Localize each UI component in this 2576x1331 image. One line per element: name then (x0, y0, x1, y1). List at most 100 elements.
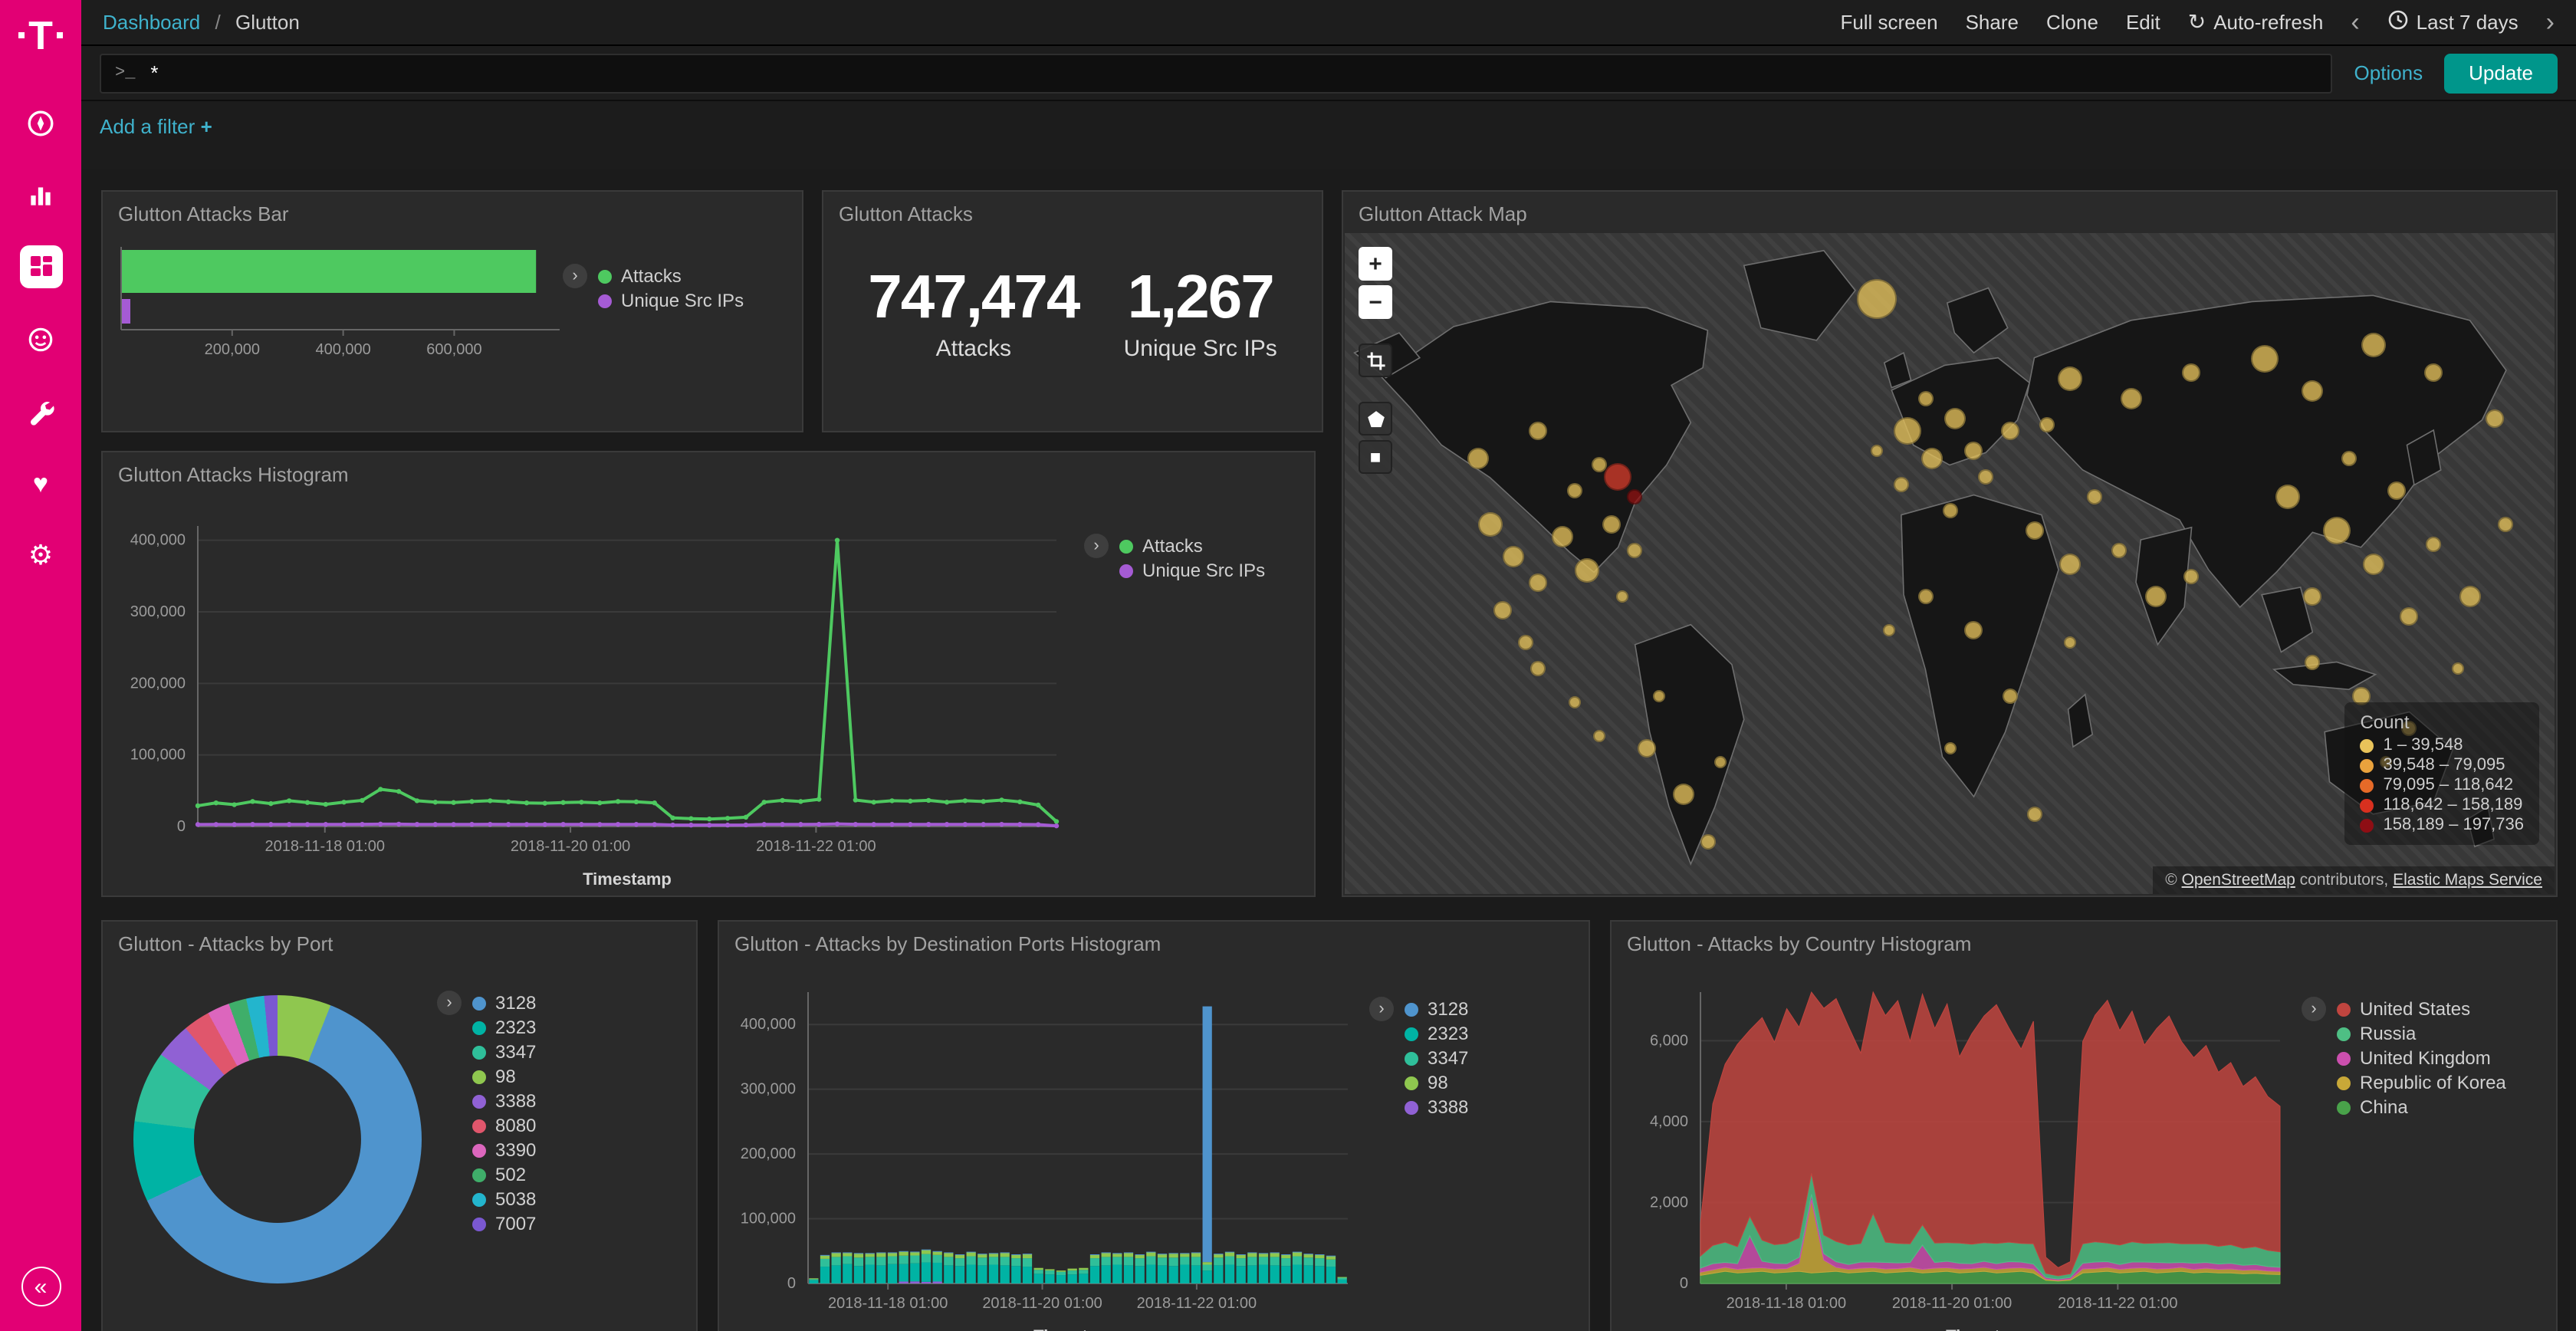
legend-item[interactable]: 3347 (472, 1041, 536, 1063)
map-bubble[interactable] (2341, 450, 2357, 465)
legend-toggle-icon[interactable]: › (2302, 997, 2326, 1021)
legend-item[interactable]: 79,095 – 118,642 (2360, 776, 2524, 794)
polygon-tool-button[interactable] (1359, 402, 1392, 435)
legend-item[interactable]: 39,548 – 79,095 (2360, 756, 2524, 774)
legend-item[interactable]: 1 – 39,548 (2360, 736, 2524, 754)
map-bubble[interactable] (2426, 536, 2441, 551)
map-bubble[interactable] (1552, 527, 1573, 548)
sidebar-item-dashboard[interactable] (19, 245, 62, 288)
map-bubble[interactable] (2400, 607, 2419, 626)
map-bubble[interactable] (1894, 418, 1921, 445)
legend-item[interactable]: 2323 (1405, 1023, 1468, 1044)
map-bubble[interactable] (1529, 422, 1547, 441)
legend-item[interactable]: 2323 (472, 1017, 536, 1038)
map-bubble[interactable] (1567, 483, 1582, 498)
rect-tool-button[interactable]: ■ (1359, 440, 1392, 474)
sidebar-item-monitoring[interactable]: ♥ (19, 462, 62, 504)
map-bubble[interactable] (2459, 586, 2481, 607)
map-bubble[interactable] (1638, 739, 1657, 758)
clone-button[interactable]: Clone (2046, 11, 2098, 34)
legend-item[interactable]: Unique Src IPs (598, 290, 744, 311)
map-bubble[interactable] (2060, 553, 2082, 574)
legend-item[interactable]: China (2337, 1096, 2506, 1118)
port-donut-chart[interactable] (133, 995, 422, 1283)
map-bubble[interactable] (1894, 477, 1909, 492)
time-picker-button[interactable]: Last 7 days (2387, 9, 2518, 35)
auto-refresh-button[interactable]: ↻ Auto-refresh (2188, 9, 2324, 35)
map-bubble[interactable] (2111, 543, 2127, 558)
map-bubble[interactable] (2250, 345, 2278, 373)
panel-title[interactable]: Glutton Attacks Histogram (103, 452, 1314, 497)
map-bubble[interactable] (1978, 470, 1993, 485)
breadcrumb-dashboard-link[interactable]: Dashboard (103, 11, 200, 34)
legend-item[interactable]: 3388 (472, 1090, 536, 1112)
map-bubble[interactable] (2121, 388, 2142, 409)
legend-item[interactable]: Unique Src IPs (1119, 560, 1265, 581)
legend-item[interactable]: 5038 (472, 1188, 536, 1210)
map-bubble[interactable] (2302, 381, 2323, 403)
map-bubble[interactable] (2276, 485, 2301, 510)
panel-title[interactable]: Glutton - Attacks by Country Histogram (1612, 922, 2556, 966)
sidebar-item-visualize[interactable] (19, 173, 62, 216)
legend-toggle-icon[interactable]: › (437, 991, 462, 1015)
map-bubble[interactable] (1617, 590, 1629, 603)
options-link[interactable]: Options (2354, 61, 2423, 84)
map-bubble[interactable] (1503, 546, 1525, 567)
legend-item[interactable]: Republic of Korea (2337, 1072, 2506, 1093)
map-bubble[interactable] (2361, 334, 2385, 358)
map-bubble[interactable] (2087, 490, 2102, 505)
legend-toggle-icon[interactable]: › (563, 264, 587, 288)
map-bubble[interactable] (1965, 442, 1983, 460)
map-bubble[interactable] (2025, 521, 2043, 540)
sidebar-item-dev-tools[interactable] (19, 389, 62, 432)
map-bubble[interactable] (2485, 409, 2503, 427)
legend-item[interactable]: United States (2337, 998, 2506, 1020)
map-bubble[interactable] (1628, 490, 1643, 505)
crop-tool-button[interactable] (1359, 343, 1392, 377)
map-bubble[interactable] (1530, 662, 1546, 677)
map-bubble[interactable] (2065, 636, 2077, 649)
edit-button[interactable]: Edit (2126, 11, 2160, 34)
add-filter-link[interactable]: Add a filter + (100, 115, 212, 138)
collapse-nav-icon[interactable]: « (21, 1267, 61, 1306)
legend-item[interactable]: 98 (472, 1066, 536, 1087)
legend-item[interactable]: United Kingdom (2337, 1047, 2506, 1069)
map-bubble[interactable] (2003, 688, 2018, 703)
legend-toggle-icon[interactable]: › (1084, 534, 1109, 558)
panel-title[interactable]: Glutton Attacks Bar (103, 192, 802, 236)
legend-item[interactable]: 8080 (472, 1115, 536, 1136)
map-bubble[interactable] (1477, 511, 1502, 536)
map-bubble[interactable] (1467, 447, 1489, 468)
sidebar-item-timelion[interactable] (19, 317, 62, 360)
map-bubble[interactable] (2424, 363, 2443, 381)
map-bubble[interactable] (1575, 558, 1599, 583)
map-bubble[interactable] (1871, 445, 1883, 457)
map-bubble[interactable] (1917, 589, 1933, 604)
legend-item[interactable]: Russia (2337, 1023, 2506, 1044)
map-bubble[interactable] (1921, 447, 1942, 468)
legend-item[interactable]: 7007 (472, 1213, 536, 1234)
map-bubble[interactable] (1965, 620, 1983, 639)
panel-title[interactable]: Glutton Attack Map (1343, 192, 2556, 236)
update-button[interactable]: Update (2444, 53, 2558, 93)
legend-item[interactable]: 3347 (1405, 1047, 1468, 1069)
panel-title[interactable]: Glutton - Attacks by Port (103, 922, 696, 966)
zoom-in-button[interactable]: + (1359, 247, 1392, 281)
map-bubble[interactable] (1592, 729, 1605, 741)
attack-map[interactable]: + − ■ Count 1 – 39,54839,548 – 79,09579,… (1345, 233, 2555, 894)
map-bubble[interactable] (1714, 756, 1726, 768)
map-bubble[interactable] (2362, 553, 2384, 574)
query-input[interactable]: >_ * (100, 53, 2333, 93)
sidebar-item-management[interactable]: ⚙ (19, 534, 62, 577)
map-bubble[interactable] (2001, 422, 2019, 441)
map-bubble[interactable] (1591, 457, 1606, 472)
map-bubble[interactable] (2058, 366, 2083, 391)
map-bubble[interactable] (2144, 586, 2166, 607)
legend-item[interactable]: 3390 (472, 1139, 536, 1161)
map-bubble[interactable] (1529, 574, 1547, 593)
map-bubble[interactable] (1653, 689, 1665, 702)
map-bubble[interactable] (1945, 407, 1967, 429)
map-bubble[interactable] (2183, 363, 2201, 381)
panel-title[interactable]: Glutton - Attacks by Destination Ports H… (719, 922, 1589, 966)
time-forward-icon[interactable]: › (2546, 9, 2555, 35)
